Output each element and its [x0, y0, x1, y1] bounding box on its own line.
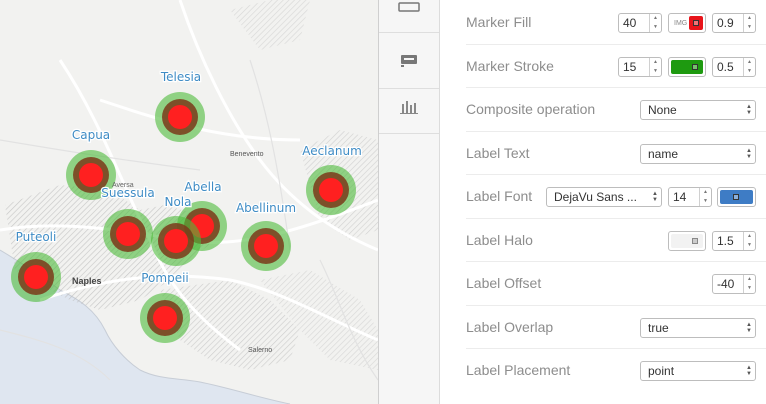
spinner[interactable]: ▲ ▼	[649, 14, 661, 32]
marker-stroke-color-picker[interactable]	[668, 56, 706, 77]
place-label: Pompeii	[141, 271, 189, 285]
style-icon	[401, 55, 417, 67]
label-text-label: Label Text	[466, 144, 530, 161]
map-canvas[interactable]: TelesiaCapuaSuessula AbellaNolaAeclanumAb…	[0, 0, 378, 404]
select-arrows-icon: ▲ ▼	[652, 191, 658, 203]
marker-fill-label: Marker Fill	[466, 14, 532, 30]
spinner[interactable]: ▲ ▼	[649, 57, 661, 76]
map-marker[interactable]	[241, 221, 291, 271]
img-tag: IMG	[674, 19, 688, 27]
row-label-text: Label Text name ▲ ▼	[466, 132, 766, 175]
map-marker[interactable]	[11, 252, 61, 302]
toolbar-button-chart[interactable]	[379, 79, 439, 134]
spinner[interactable]: ▲ ▼	[743, 275, 755, 293]
place-label: Capua	[72, 128, 110, 142]
label-offset-label: Label Offset	[466, 275, 542, 291]
row-label-offset: Label Offset -40 ▲ ▼	[466, 262, 766, 306]
urban-area	[230, 0, 310, 50]
fill-color-chip	[689, 16, 703, 30]
basemap-label: Aversa	[112, 182, 134, 189]
layers-icon	[398, 2, 420, 12]
label-placement-label: Label Placement	[466, 362, 571, 378]
marker-stroke-width-input[interactable]: 15 ▲ ▼	[618, 56, 662, 77]
spinner[interactable]: ▲ ▼	[743, 57, 755, 76]
place-label: Aeclanum	[302, 144, 362, 158]
marker-stroke-width-value: 15	[623, 59, 637, 74]
label-placement-select[interactable]: point ▲ ▼	[640, 361, 756, 381]
label-overlap-label: Label Overlap	[466, 318, 554, 335]
row-marker-fill: Marker Fill 40 ▲ ▼ IMG 0.9 ▲ ▼	[466, 1, 766, 45]
label-overlap-value: true	[648, 320, 669, 335]
label-offset-value: -40	[717, 277, 735, 291]
marker-fill-opacity-input[interactable]: 0.9 ▲ ▼	[712, 13, 756, 33]
select-arrows-icon: ▲ ▼	[746, 104, 752, 116]
row-marker-stroke: Marker Stroke 15 ▲ ▼ 0.5 ▲ ▼	[466, 45, 766, 88]
label-font-family-value: DejaVu Sans ...	[554, 190, 637, 204]
select-arrows-icon: ▲ ▼	[746, 365, 752, 377]
spinner[interactable]: ▲ ▼	[699, 188, 711, 206]
row-label-font: Label Font DejaVu Sans ... ▲ ▼ 14 ▲ ▼	[466, 175, 766, 219]
marker-fill-color-picker[interactable]: IMG	[668, 13, 706, 33]
row-label-overlap: Label Overlap true ▲ ▼	[466, 306, 766, 349]
place-label: Nola	[164, 195, 191, 209]
spinner[interactable]: ▲ ▼	[743, 14, 755, 32]
label-text-select[interactable]: name ▲ ▼	[640, 143, 756, 164]
place-label: Abellinum	[236, 201, 296, 215]
place-label: Telesia	[160, 70, 201, 84]
row-composite-operation: Composite operation None ▲ ▼	[466, 88, 766, 132]
label-halo-label: Label Halo	[466, 231, 533, 248]
basemap-label: Benevento	[230, 151, 264, 158]
place-label: Puteoli	[16, 230, 57, 244]
row-label-halo: Label Halo 1.5 ▲ ▼	[466, 219, 766, 262]
side-toolbar	[378, 0, 440, 404]
marker-fill-size-value: 40	[623, 16, 637, 30]
map-view[interactable]: Telesia Capua Suessula Abella Nola Aeclanum Ab…	[0, 0, 378, 404]
map-marker[interactable]	[140, 293, 190, 343]
place-label: Abella	[184, 180, 221, 194]
label-placement-value: point	[648, 364, 675, 378]
marker-fill-size-input[interactable]: 40 ▲ ▼	[618, 13, 662, 33]
basemap-label: Salerno	[248, 347, 272, 354]
properties-panel: Marker Fill 40 ▲ ▼ IMG 0.9 ▲ ▼ Marker Stro…	[440, 0, 766, 404]
select-arrows-icon: ▲ ▼	[746, 321, 752, 334]
map-marker[interactable]	[103, 209, 153, 259]
label-overlap-select[interactable]: true ▲ ▼	[640, 317, 756, 338]
row-label-placement: Label Placement point ▲ ▼	[466, 349, 766, 393]
label-font-size-value: 14	[673, 190, 687, 204]
font-color-chip	[720, 190, 753, 204]
map-marker[interactable]	[306, 165, 356, 215]
map-marker[interactable]	[155, 92, 205, 142]
map-marker[interactable]	[151, 216, 201, 266]
composite-operation-value: None	[648, 103, 677, 117]
marker-fill-opacity-value: 0.9	[717, 16, 734, 30]
label-font-size-input[interactable]: 14 ▲ ▼	[668, 187, 712, 207]
label-halo-color-picker[interactable]	[668, 230, 706, 251]
label-text-value: name	[648, 146, 679, 161]
label-halo-width-input[interactable]: 1.5 ▲ ▼	[712, 230, 756, 251]
select-arrows-icon: ▲ ▼	[746, 147, 752, 160]
composite-operation-label: Composite operation	[466, 101, 596, 117]
label-font-label: Label Font	[466, 188, 533, 204]
marker-stroke-opacity-input[interactable]: 0.5 ▲ ▼	[712, 56, 756, 77]
label-font-family-select[interactable]: DejaVu Sans ... ▲ ▼	[546, 187, 662, 207]
marker-stroke-label: Marker Stroke	[466, 57, 554, 74]
stroke-color-chip	[671, 59, 703, 74]
bar-chart-icon	[400, 101, 418, 114]
basemap-label: Naples	[72, 276, 102, 286]
spinner[interactable]: ▲ ▼	[743, 231, 755, 250]
composite-operation-select[interactable]: None ▲ ▼	[640, 100, 756, 120]
toolbar-button-layers[interactable]	[379, 0, 439, 33]
label-font-color-picker[interactable]	[717, 187, 756, 207]
halo-color-chip	[671, 233, 703, 248]
label-halo-width-value: 1.5	[717, 233, 734, 248]
marker-stroke-opacity-value: 0.5	[717, 59, 734, 74]
label-offset-input[interactable]: -40 ▲ ▼	[712, 274, 756, 294]
